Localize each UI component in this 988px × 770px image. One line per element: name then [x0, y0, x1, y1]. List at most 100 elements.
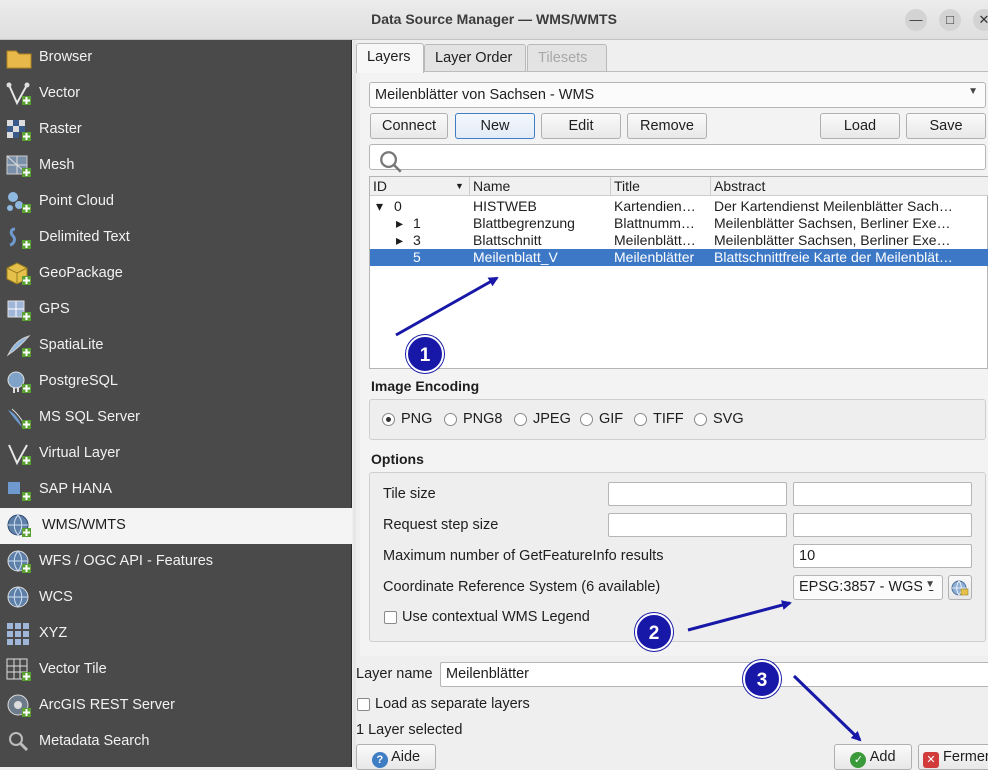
table-header: ID ▼ Name Title Abstract — [370, 177, 988, 196]
folder-icon — [5, 45, 33, 71]
sidebar-item-mssql[interactable]: MS SQL Server — [0, 400, 352, 436]
sidebar-item-delimited-text[interactable]: Delimited Text — [0, 220, 352, 256]
radio-svg[interactable] — [694, 413, 707, 426]
layer-table[interactable]: ID ▼ Name Title Abstract ▾ 0 HISTWEB Kar… — [369, 176, 988, 369]
table-row-selected[interactable]: 5 Meilenblatt_V Meilenblätter Blattschni… — [370, 249, 988, 266]
request-step-label: Request step size — [383, 517, 499, 533]
chevron-down-icon: ▼ — [922, 579, 935, 590]
layer-search-input[interactable] — [369, 144, 986, 173]
image-encoding-title: Image Encoding — [371, 378, 480, 394]
annotation-badge-2: 2 — [635, 613, 673, 651]
layer-name-label: Layer name — [356, 666, 433, 682]
connection-select[interactable]: Meilenblätter von Sachsen - WMS ▼ — [369, 82, 986, 108]
spatialite-icon — [5, 333, 33, 359]
radio-tiff[interactable] — [634, 413, 647, 426]
column-abstract[interactable]: Abstract — [714, 178, 765, 194]
edit-connection-button[interactable]: Edit — [541, 113, 621, 139]
expand-icon[interactable]: ▾ — [376, 198, 383, 215]
separate-layers-checkbox[interactable] — [357, 698, 370, 711]
gps-icon — [5, 297, 33, 323]
postgresql-icon — [5, 369, 33, 395]
radio-png[interactable] — [382, 413, 395, 426]
step-height-input[interactable] — [793, 513, 972, 537]
sidebar-item-point-cloud[interactable]: Point Cloud — [0, 184, 352, 220]
sidebar-item-browser[interactable]: Browser — [0, 40, 352, 76]
contextual-legend-checkbox[interactable] — [384, 611, 397, 624]
crs-selector-button[interactable] — [948, 575, 972, 600]
check-icon: ✓ — [850, 752, 867, 768]
tab-layer-order[interactable]: Layer Order — [424, 44, 526, 72]
tile-size-label: Tile size — [383, 486, 436, 502]
chevron-down-icon: ▼ — [968, 86, 978, 97]
point-cloud-icon — [5, 189, 33, 215]
mssql-icon — [5, 405, 33, 431]
column-title[interactable]: Title — [614, 178, 640, 194]
sidebar-item-metadata-search[interactable]: Metadata Search — [0, 724, 352, 760]
close-window-button[interactable]: ✕ — [973, 9, 988, 31]
sidebar-item-wfs[interactable]: WFS / OGC API - Features — [0, 544, 352, 580]
virtual-layer-icon — [5, 441, 33, 467]
radio-png8[interactable] — [444, 413, 457, 426]
remove-connection-button[interactable]: Remove — [627, 113, 707, 139]
sidebar-item-raster[interactable]: Raster — [0, 112, 352, 148]
layer-name-input[interactable]: Meilenblätter — [440, 662, 988, 687]
sidebar-item-geopackage[interactable]: GeoPackage — [0, 256, 352, 292]
max-featureinfo-input[interactable]: 10 — [793, 544, 972, 568]
radio-gif[interactable] — [580, 413, 593, 426]
sidebar-item-arcgis-rest[interactable]: ArcGIS REST Server — [0, 688, 352, 724]
sidebar-item-mesh[interactable]: Mesh — [0, 148, 352, 184]
max-featureinfo-label: Maximum number of GetFeatureInfo results — [383, 548, 664, 564]
wms-globe-icon — [5, 513, 33, 539]
add-button[interactable]: ✓ Add — [834, 744, 912, 770]
sidebar-item-virtual-layer[interactable]: Virtual Layer — [0, 436, 352, 472]
annotation-badge-1: 1 — [406, 335, 444, 373]
image-encoding-group: PNG PNG8 JPEG GIF TIFF SVG — [369, 399, 986, 440]
tab-layers[interactable]: Layers — [356, 43, 424, 73]
splitter-handle[interactable] — [353, 40, 356, 767]
close-button[interactable]: ✕ Fermer — [918, 744, 988, 770]
sidebar-item-wcs[interactable]: WCS — [0, 580, 352, 616]
column-name[interactable]: Name — [473, 178, 510, 194]
source-sidebar: Browser Vector Raster Mesh Point Cloud D… — [0, 40, 352, 767]
step-width-input[interactable] — [608, 513, 787, 537]
delimited-text-icon — [5, 225, 33, 251]
expand-icon[interactable]: ▸ — [396, 232, 403, 249]
search-icon — [5, 729, 33, 755]
sidebar-item-postgresql[interactable]: PostgreSQL — [0, 364, 352, 400]
search-icon — [377, 149, 405, 175]
wcs-globe-icon — [5, 585, 33, 611]
sidebar-item-vector[interactable]: Vector — [0, 76, 352, 112]
window-title: Data Source Manager — WMS/WMTS — [371, 11, 617, 27]
tile-height-input[interactable] — [793, 482, 972, 506]
table-row[interactable]: ▸ 1 Blattbegrenzung Blattnumm… Meilenblä… — [370, 215, 988, 232]
new-connection-button[interactable]: New — [455, 113, 535, 139]
expand-icon[interactable]: ▸ — [396, 215, 403, 232]
table-row[interactable]: ▾ 0 HISTWEB Kartendien… Der Kartendienst… — [370, 198, 988, 215]
sidebar-item-spatialite[interactable]: SpatiaLite — [0, 328, 352, 364]
separate-layers-label: Load as separate layers — [375, 696, 530, 712]
vector-tile-icon — [5, 657, 33, 683]
sidebar-item-wms-wmts[interactable]: WMS/WMTS — [0, 508, 352, 544]
sort-indicator-icon: ▼ — [455, 181, 464, 191]
crs-select[interactable]: EPSG:3857 - WGS 8 ▼ — [793, 575, 943, 600]
help-button[interactable]: ? Aide — [356, 744, 436, 770]
tile-width-input[interactable] — [608, 482, 787, 506]
arcgis-icon — [5, 693, 33, 719]
vector-icon — [5, 81, 33, 107]
sidebar-item-sap-hana[interactable]: SAP HANA — [0, 472, 352, 508]
connect-button[interactable]: Connect — [370, 113, 448, 139]
radio-jpeg[interactable] — [514, 413, 527, 426]
load-connections-button[interactable]: Load — [820, 113, 900, 139]
minimize-button[interactable]: — — [905, 9, 927, 31]
title-bar: Data Source Manager — WMS/WMTS — □ ✕ — [0, 0, 988, 40]
column-id[interactable]: ID — [373, 178, 387, 194]
mesh-icon — [5, 153, 33, 179]
wfs-icon — [5, 549, 33, 575]
maximize-button[interactable]: □ — [939, 9, 961, 31]
save-connections-button[interactable]: Save — [906, 113, 986, 139]
sidebar-item-vector-tile[interactable]: Vector Tile — [0, 652, 352, 688]
table-row[interactable]: ▸ 3 Blattschnitt Meilenblätt… Meilenblät… — [370, 232, 988, 249]
annotation-badge-3: 3 — [743, 660, 781, 698]
sidebar-item-gps[interactable]: GPS — [0, 292, 352, 328]
sidebar-item-xyz[interactable]: XYZ — [0, 616, 352, 652]
